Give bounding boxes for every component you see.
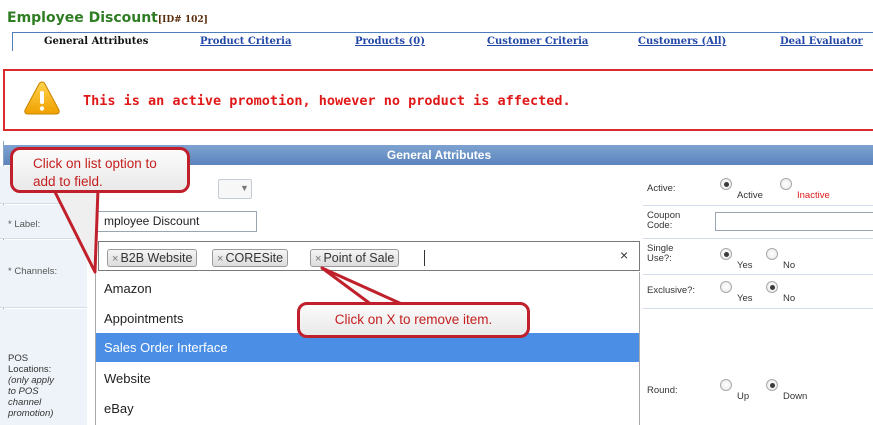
pos-label-line: (only apply [8, 375, 54, 386]
x-icon[interactable]: × [112, 253, 118, 265]
label-cell-label: * Label: [0, 205, 87, 239]
text-cursor [424, 250, 425, 266]
single-use-label: Use?: [647, 253, 672, 264]
channel-chip: × B2B Website [107, 249, 198, 267]
single-use-yes-label: Yes [737, 260, 753, 271]
active-label: Active: [647, 183, 676, 194]
round-down-radio[interactable] [766, 379, 778, 391]
exclusive-yes-radio[interactable] [720, 281, 732, 293]
callout-line: add to field. [33, 174, 103, 189]
channels-dropdown: Amazon Appointments Sales Order Interfac… [95, 272, 640, 425]
row-divider [643, 274, 873, 275]
exclusive-no-label: No [783, 293, 796, 304]
single-use-yes-radio[interactable] [720, 248, 732, 260]
single-use-no-radio[interactable] [766, 248, 778, 260]
callout-line: Click on list option to [33, 156, 157, 171]
pos-label-line: channel [8, 397, 42, 408]
chevron-down-icon: ▼ [240, 183, 249, 193]
tab-bar: General Attributes Product Criteria Prod… [12, 32, 873, 51]
active-option-label: Active [737, 190, 763, 201]
x-icon[interactable]: × [315, 253, 321, 265]
pos-label-line: to POS [8, 386, 39, 397]
label-field-label: * Label: [8, 219, 41, 230]
label-cell-channels: * Channels: [0, 240, 87, 308]
pos-label-line: POS [8, 353, 29, 364]
round-down-label: Down [783, 391, 808, 402]
tab-customers[interactable]: Customers (All) [638, 36, 726, 47]
exclusive-no-radio[interactable] [766, 281, 778, 293]
channel-chip-label: B2B Website [120, 251, 193, 265]
label-cell-pos: POS Locations: (only apply to POS channe… [0, 309, 87, 425]
inactive-radio[interactable] [780, 178, 792, 190]
exclusive-label: Exclusive?: [647, 285, 696, 296]
label-input[interactable]: mployee Discount [94, 211, 257, 232]
coupon-code-input[interactable] [715, 212, 873, 231]
channel-chip-label: Point of Sale [323, 251, 395, 265]
channels-multiselect[interactable]: × B2B Website × CORESite × Point of Sale × [98, 241, 640, 271]
pos-label-line: Locations: [8, 364, 52, 375]
channel-chip-label: CORESite [225, 251, 284, 265]
coupon-label: Code: [647, 220, 673, 231]
channels-field-label: * Channels: [8, 266, 58, 277]
option-website[interactable]: Website [96, 364, 639, 393]
alert-message: This is an active promotion, however no … [83, 93, 571, 109]
tab-products[interactable]: Products (0) [355, 36, 425, 47]
inactive-option-label: Inactive [797, 190, 830, 201]
round-up-radio[interactable] [720, 379, 732, 391]
page-title: Employee Discount [7, 10, 158, 26]
clear-all-icon[interactable]: × [620, 247, 628, 263]
tab-customer-criteria[interactable]: Customer Criteria [487, 36, 588, 47]
row-divider [643, 238, 873, 239]
page-title-row: Employee Discount[ID# 102] [7, 10, 208, 28]
single-use-no-label: No [783, 260, 796, 271]
tab-general-attributes[interactable]: General Attributes [44, 36, 148, 47]
alert-banner: This is an active promotion, however no … [3, 69, 873, 131]
option-amazon[interactable]: Amazon [96, 274, 639, 303]
row-divider [643, 205, 873, 206]
pos-label-line: promotion) [8, 408, 54, 419]
callout-list-option: Click on list option to add to field. [10, 147, 190, 193]
round-label: Round: [647, 385, 678, 396]
tab-product-criteria[interactable]: Product Criteria [200, 36, 291, 47]
row-divider [643, 308, 873, 309]
channel-chip: × CORESite [212, 249, 289, 267]
callout-remove-item: Click on X to remove item. [297, 302, 530, 338]
warning-triangle-icon [24, 81, 60, 115]
exclusive-yes-label: Yes [737, 293, 753, 304]
tab-deal-evaluator[interactable]: Deal Evaluator [780, 36, 863, 47]
channel-chip: × Point of Sale [310, 249, 400, 267]
option-ebay[interactable]: eBay [96, 394, 639, 423]
promotion-id: [ID# 102] [157, 15, 208, 25]
round-up-label: Up [737, 391, 750, 402]
active-radio[interactable] [720, 178, 732, 190]
x-icon[interactable]: × [217, 253, 223, 265]
